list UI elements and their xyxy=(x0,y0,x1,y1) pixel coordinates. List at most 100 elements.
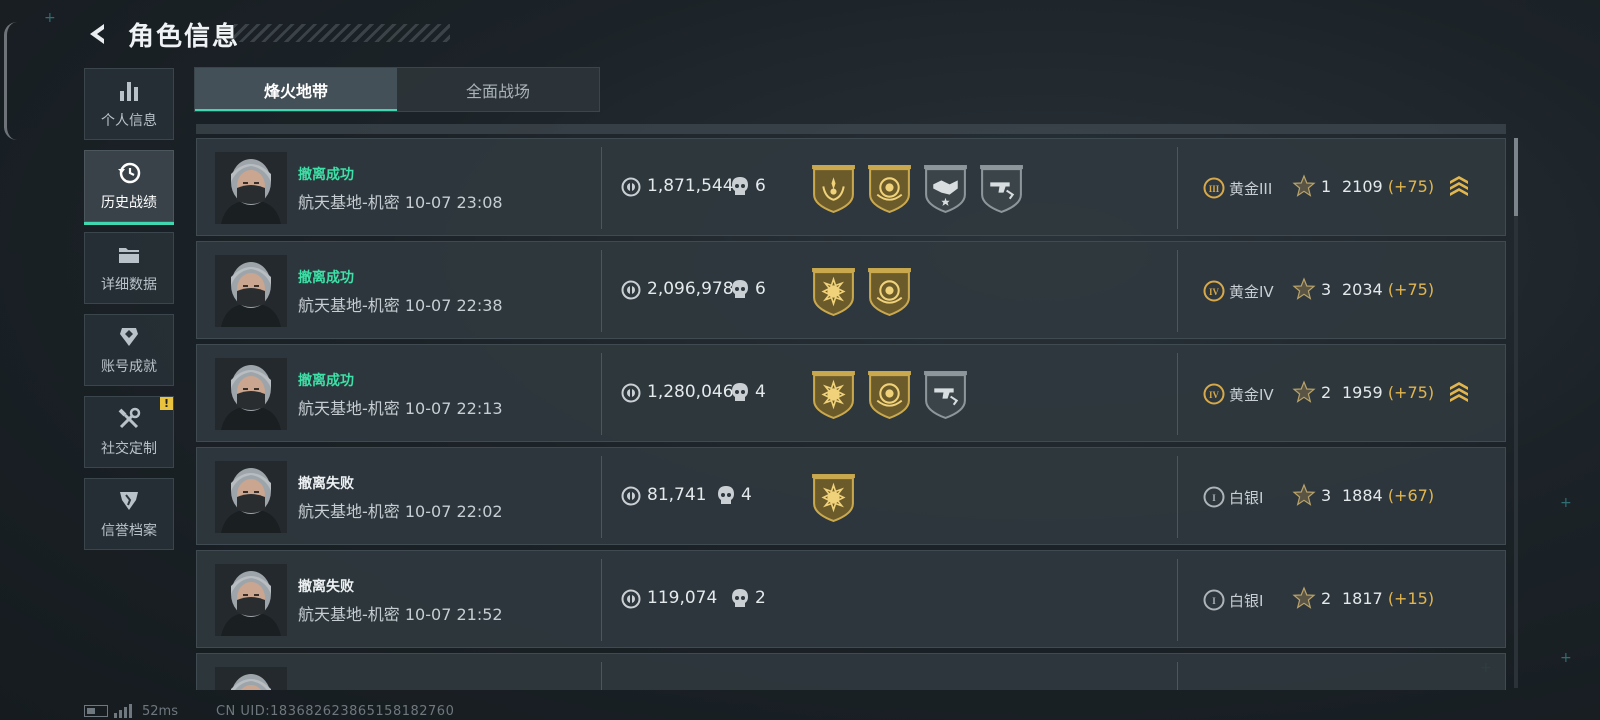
rank-tier-icon: III xyxy=(1203,177,1225,199)
star-count: 3 xyxy=(1321,280,1332,299)
rank-name: 黄金III xyxy=(1229,180,1273,198)
match-row[interactable]: 撤离成功 航天基地-机密 10-07 22:38 2,096,978 6 IV 黄金IV 3… xyxy=(196,241,1506,339)
match-row[interactable]: 撤离成功 航天基地-机密 10-07 22:13 1,280,046 4 IV 黄金IV 2… xyxy=(196,344,1506,442)
skull-icon xyxy=(732,177,748,195)
match-row[interactable]: 撤离失败 航天基地-机密 10-07 21:52 119,074 2 I 白银I 2 1817… xyxy=(196,550,1506,648)
bar-chart-icon xyxy=(120,82,138,101)
score-value: 1817 xyxy=(1342,589,1383,608)
column-divider xyxy=(1177,559,1178,641)
sidebar-item-label: 历史战绩 xyxy=(101,195,157,211)
mode-tabs: 烽火地带 全面战场 xyxy=(194,67,600,112)
player-avatar xyxy=(215,461,287,533)
scrollbar-thumb[interactable] xyxy=(1514,138,1518,216)
gold-sun-medal-icon xyxy=(811,473,856,523)
gold-sun-medal-icon xyxy=(811,267,856,317)
loot-value: 81,741 xyxy=(647,485,707,505)
coin-icon xyxy=(621,280,641,300)
svg-text:IV: IV xyxy=(1209,287,1220,297)
loot-value: 1,871,544 xyxy=(647,176,734,196)
match-time: 10-07 22:38 xyxy=(404,296,503,315)
extraction-status: 撤离成功 xyxy=(298,373,354,389)
column-divider xyxy=(1177,662,1178,690)
rank-up-chevron-icon xyxy=(1450,176,1468,196)
rank-up-chevron-icon xyxy=(1450,382,1468,402)
credit-icon xyxy=(120,492,138,510)
gold-wreath-medal-icon xyxy=(811,164,856,214)
match-row-partial[interactable] xyxy=(196,653,1506,690)
page-header: 角色信息 xyxy=(84,14,450,54)
column-divider xyxy=(601,250,602,332)
crosshair-decoration: + xyxy=(44,10,56,26)
sidebar-item-label: 信誉档案 xyxy=(101,523,157,539)
list-scrollbar[interactable] xyxy=(1514,138,1518,688)
kill-count: 4 xyxy=(755,382,766,402)
sidebar-item-achievements[interactable]: 账号成就 xyxy=(84,314,174,386)
sidebar-item-label: 个人信息 xyxy=(101,113,157,129)
page-title: 角色信息 xyxy=(128,21,241,52)
signal-icon xyxy=(114,704,132,718)
coin-icon xyxy=(621,486,641,506)
tab-hazard-zone[interactable]: 烽火地带 xyxy=(195,68,397,111)
map-name: 航天基地-机密 xyxy=(298,296,400,315)
score-delta: (+75) xyxy=(1387,177,1435,196)
gold-coin-medal-icon xyxy=(867,370,912,420)
svg-text:I: I xyxy=(1212,596,1216,606)
sidebar-item-label: 账号成就 xyxy=(101,359,157,375)
folder-icon xyxy=(119,248,139,263)
skull-icon xyxy=(732,589,748,607)
sidebar-item-detailed-data[interactable]: 详细数据 xyxy=(84,232,174,304)
star-icon xyxy=(1292,483,1316,506)
rank-name: 白银I xyxy=(1229,592,1264,610)
title-hatch-decoration xyxy=(234,24,450,42)
extraction-status: 撤离失败 xyxy=(298,476,354,492)
score-value: 2034 xyxy=(1342,280,1383,299)
extraction-status: 撤离成功 xyxy=(298,270,354,286)
star-count: 2 xyxy=(1321,383,1332,402)
gray-gun-medal-icon xyxy=(923,370,968,420)
svg-text:IV: IV xyxy=(1209,390,1220,400)
map-and-time: 航天基地-机密 10-07 21:52 xyxy=(298,601,503,625)
uid-text: CN UID:1836826238651581827​60 xyxy=(215,703,455,719)
match-time: 10-07 23:08 xyxy=(404,193,503,212)
sidebar-item-personal-info[interactable]: 个人信息 xyxy=(84,68,174,140)
gray-handshake-medal-icon xyxy=(923,164,968,214)
match-row[interactable]: 撤离失败 航天基地-机密 10-07 22:02 81,741 4 I 白银I 3 1884 … xyxy=(196,447,1506,545)
map-and-time: 航天基地-机密 10-07 22:38 xyxy=(298,292,503,316)
back-arrow-icon[interactable] xyxy=(84,21,110,47)
list-top-edge xyxy=(196,124,1506,134)
crosshair-decoration: + xyxy=(1560,650,1572,666)
sidebar-item-label: 社交定制 xyxy=(101,441,157,457)
kill-count: 2 xyxy=(755,588,766,608)
tab-all-out-war[interactable]: 全面战场 xyxy=(397,68,599,111)
rank-score: 2109 (+75) xyxy=(1342,177,1434,196)
map-and-time: 航天基地-机密 10-07 22:13 xyxy=(298,395,503,419)
match-time: 10-07 22:02 xyxy=(404,502,503,521)
rank-tier-icon: I xyxy=(1203,589,1225,611)
map-and-time: 航天基地-机密 10-07 22:02 xyxy=(298,498,503,522)
notification-badge: ! xyxy=(160,397,173,410)
match-row[interactable]: 撤离成功 航天基地-机密 10-07 23:08 1,871,544 6 III 黄金II… xyxy=(196,138,1506,236)
match-history-list[interactable]: 撤离成功 航天基地-机密 10-07 23:08 1,871,544 6 III 黄金II… xyxy=(196,124,1506,690)
sidebar-item-history[interactable]: 历史战绩 xyxy=(84,150,174,225)
player-avatar xyxy=(215,564,287,636)
rank-tier-icon: IV xyxy=(1203,383,1225,405)
rank-tier-icon: IV xyxy=(1203,280,1225,302)
sidebar: 个人信息 历史战绩 详细数据 账号成就 ! 社交定制 信誉档案 xyxy=(84,68,174,560)
player-avatar xyxy=(215,255,287,327)
sidebar-item-credit[interactable]: 信誉档案 xyxy=(84,478,174,550)
column-divider xyxy=(601,353,602,435)
sidebar-item-social[interactable]: ! 社交定制 xyxy=(84,396,174,468)
score-value: 1959 xyxy=(1342,383,1383,402)
score-delta: (+75) xyxy=(1387,383,1435,402)
edge-frame-decoration xyxy=(4,22,17,140)
column-divider xyxy=(1177,456,1178,538)
map-name: 航天基地-机密 xyxy=(298,502,400,521)
map-name: 航天基地-机密 xyxy=(298,399,400,418)
battery-icon xyxy=(84,705,108,717)
rank-name: 黄金IV xyxy=(1229,283,1274,301)
map-name: 航天基地-机密 xyxy=(298,193,400,212)
skull-icon xyxy=(718,486,734,504)
column-divider xyxy=(1177,250,1178,332)
gold-sun-medal-icon xyxy=(811,370,856,420)
ping-text: 52ms xyxy=(142,703,178,719)
